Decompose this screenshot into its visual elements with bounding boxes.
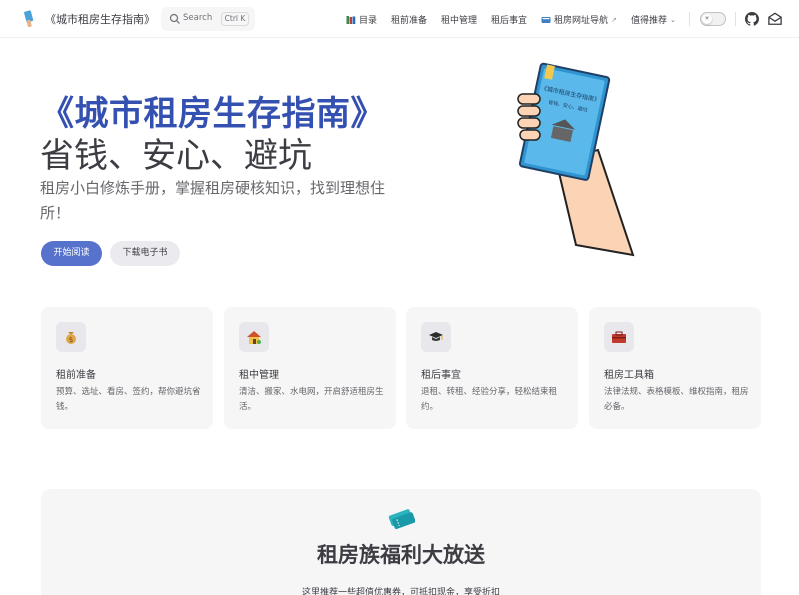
feature-title: 租后事宜	[421, 370, 461, 381]
nav-link-label: 值得推荐	[631, 16, 668, 26]
nav-link-label: 租前准备	[391, 16, 428, 26]
hero-book-illustration: 《城市租房生存指南》 省钱、安心、避坑	[517, 62, 635, 257]
mail-icon[interactable]	[768, 12, 782, 26]
feature-details: 退租、转租、经验分享，轻松结束租约。	[421, 387, 558, 412]
feature-title: 租中管理	[239, 370, 279, 381]
nav-divider	[689, 12, 690, 26]
ticket-icon	[388, 509, 415, 530]
money-bag-icon: $	[56, 322, 86, 352]
nav-link-during-rent[interactable]: 租中管理	[441, 13, 477, 26]
feature-card-before-rent[interactable]: $ 租前准备 预算、选址、看房、签约，帮你避坑省钱。	[41, 307, 213, 429]
site-title[interactable]: 《城市租房生存指南》	[45, 11, 155, 27]
logo-icon[interactable]	[22, 10, 38, 28]
feature-details: 法律法规、表格模板、维权指南，租房必备。	[604, 387, 749, 412]
hero-tagline: 租房小白修炼手册，掌握租房硬核知识，找到理想住所！	[40, 179, 386, 222]
nav-link-label: 目录	[359, 16, 378, 26]
welfare-subtitle: 这里推荐一些超值优惠券，可抵扣现金，享受折扣	[301, 588, 500, 595]
svg-text:$: $	[69, 336, 73, 344]
search-shortcut: Ctrl K	[221, 12, 249, 26]
nav-link-label: 租房网址导航	[554, 16, 609, 26]
search-button[interactable]: Search Ctrl K	[161, 7, 255, 31]
nav-link-label: 租中管理	[441, 16, 478, 26]
search-icon	[169, 13, 180, 24]
nav-link-site-directory[interactable]: 租房网址导航 ↗	[541, 13, 617, 26]
nav-link-toc[interactable]: 目录	[346, 13, 377, 26]
sun-icon: ☀	[702, 14, 712, 24]
graduation-cap-icon	[421, 322, 451, 352]
feature-card-during-rent[interactable]: 租中管理 清洁、搬家、水电网，开启舒适租房生活。	[224, 307, 396, 429]
nav-link-after-rent[interactable]: 租后事宜	[491, 13, 527, 26]
feature-details: 预算、选址、看房、签约，帮你避坑省钱。	[56, 387, 201, 412]
search-label: Search	[183, 13, 213, 23]
house-icon	[239, 322, 269, 352]
feature-title: 租房工具箱	[604, 370, 654, 381]
external-link-icon: ↗	[611, 15, 617, 24]
feature-title: 租前准备	[56, 370, 96, 381]
github-icon[interactable]	[745, 12, 759, 26]
card-index-icon	[541, 16, 551, 23]
top-nav: 《城市租房生存指南》 Search Ctrl K 目录 租前准备 租中管理 租后…	[0, 0, 799, 38]
start-reading-button[interactable]: 开始阅读	[41, 241, 102, 266]
chevron-down-icon: ⌄	[670, 15, 676, 24]
nav-link-label: 租后事宜	[491, 16, 528, 26]
appearance-toggle[interactable]: ☀	[700, 12, 726, 26]
nav-divider	[735, 12, 736, 26]
nav-link-before-rent[interactable]: 租前准备	[391, 13, 427, 26]
feature-card-toolbox[interactable]: 租房工具箱 法律法规、表格模板、维权指南，租房必备。	[589, 307, 761, 429]
download-ebook-button[interactable]: 下载电子书	[110, 241, 180, 266]
toolbox-icon	[604, 322, 634, 352]
feature-details: 清洁、搬家、水电网，开启舒适租房生活。	[239, 387, 384, 412]
books-icon	[346, 15, 356, 24]
welfare-section: 租房族福利大放送 这里推荐一些超值优惠券，可抵扣现金，享受折扣	[41, 489, 761, 595]
feature-card-after-rent[interactable]: 租后事宜 退租、转租、经验分享，轻松结束租约。	[406, 307, 578, 429]
nav-link-recommend-dropdown[interactable]: 值得推荐 ⌄	[631, 13, 676, 27]
welfare-title: 租房族福利大放送	[317, 543, 485, 567]
hero-text: 省钱、安心、避坑	[40, 136, 312, 176]
